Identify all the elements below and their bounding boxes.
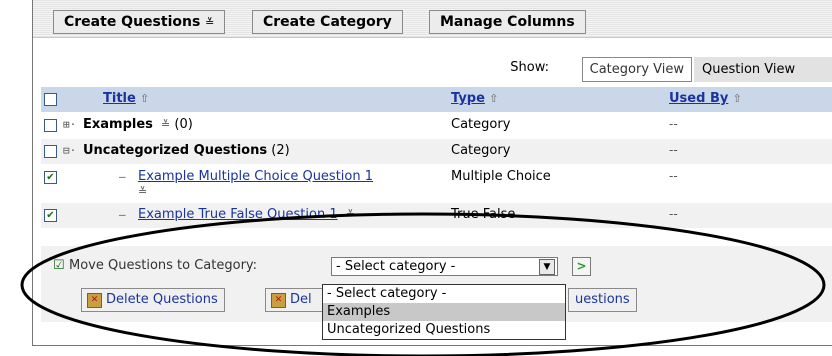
- question-title: Example Multiple Choice Question 1 ≚: [138, 169, 373, 199]
- questions-table: Title ⇧ Type ⇧ Used By ⇧ ⊞· Examples ≚ (…: [41, 87, 832, 229]
- row-checkbox[interactable]: [44, 145, 57, 158]
- sort-up-icon: ⇧: [732, 92, 742, 105]
- delete-button-truncated[interactable]: ✕ Del: [265, 288, 323, 312]
- delete-questions-label: Delete Questions: [106, 292, 218, 307]
- category-title: Examples ≚ (0): [83, 117, 193, 132]
- toolbar: Create Questions ≚ Create Category Manag…: [33, 0, 832, 38]
- expand-icon[interactable]: ⊞·: [63, 118, 76, 131]
- menu-arrow-icon[interactable]: ≚: [346, 208, 355, 221]
- dropdown-arrow-icon[interactable]: ▼: [539, 259, 555, 275]
- tree-branch-icon: —: [119, 170, 126, 183]
- delete-icon: ✕: [271, 293, 286, 308]
- dropdown-option-selected[interactable]: Examples: [323, 303, 565, 321]
- table-row: ⊟· Uncategorized Questions (2) Category …: [41, 139, 832, 165]
- category-view-button[interactable]: Category View: [581, 57, 692, 82]
- create-questions-label: Create Questions: [64, 14, 201, 30]
- type-header-label[interactable]: Type: [451, 91, 485, 106]
- menu-arrow-icon[interactable]: ≚: [205, 16, 214, 29]
- questions-truncated-label: uestions: [575, 292, 630, 307]
- create-category-button[interactable]: Create Category: [252, 10, 403, 34]
- collapse-icon[interactable]: ⊟·: [63, 144, 76, 157]
- delete-truncated-label: Del: [290, 292, 312, 307]
- question-view-button[interactable]: Question View: [694, 57, 832, 82]
- table-header: Title ⇧ Type ⇧ Used By ⇧: [41, 87, 832, 113]
- move-label: Move Questions to Category:: [69, 258, 258, 273]
- category-select[interactable]: - Select category - ▼: [331, 257, 558, 276]
- category-select-value: - Select category -: [336, 259, 456, 274]
- question-link[interactable]: Example Multiple Choice Question 1: [138, 169, 373, 184]
- table-row: ✔ — Example Multiple Choice Question 1 ≚…: [41, 165, 832, 203]
- question-title: Example True False Question 1 ≚: [138, 207, 355, 222]
- tree-branch-icon: —: [119, 208, 126, 221]
- dropdown-option[interactable]: - Select category -: [323, 285, 565, 303]
- delete-icon: ✕: [87, 293, 102, 308]
- table-row: ✔ — Example True False Question 1 ≚ True…: [41, 203, 832, 229]
- type-column-header[interactable]: Type ⇧: [451, 91, 498, 106]
- manage-columns-button[interactable]: Manage Columns: [429, 10, 586, 34]
- row-type: Multiple Choice: [451, 169, 551, 184]
- row-type: True False: [451, 207, 516, 222]
- table-row: ⊞· Examples ≚ (0) Category --: [41, 113, 832, 139]
- questions-button-truncated[interactable]: uestions: [568, 288, 637, 312]
- sort-up-icon: ⇧: [489, 92, 499, 105]
- title-header-label[interactable]: Title: [103, 91, 136, 106]
- row-checkbox-checked[interactable]: ✔: [44, 209, 57, 222]
- select-all-checkbox[interactable]: [44, 93, 57, 106]
- menu-arrow-icon[interactable]: ≚: [138, 185, 147, 198]
- create-questions-button[interactable]: Create Questions ≚: [53, 10, 226, 34]
- row-used-by: --: [669, 117, 678, 131]
- row-type: Category: [451, 143, 511, 158]
- go-arrow-icon[interactable]: >: [572, 257, 591, 276]
- used-by-column-header[interactable]: Used By ⇧: [669, 91, 742, 106]
- category-title: Uncategorized Questions (2): [83, 143, 290, 158]
- menu-arrow-icon[interactable]: ≚: [161, 118, 170, 131]
- used-by-header-label[interactable]: Used By: [669, 91, 728, 106]
- sort-up-icon: ⇧: [139, 92, 150, 105]
- row-used-by: --: [669, 143, 678, 157]
- dropdown-option[interactable]: Uncategorized Questions: [323, 321, 565, 339]
- show-label: Show:: [510, 60, 549, 75]
- category-dropdown-list[interactable]: - Select category - Examples Uncategoriz…: [322, 284, 566, 340]
- row-type: Category: [451, 117, 511, 132]
- title-column-header[interactable]: Title ⇧: [103, 91, 149, 106]
- row-checkbox[interactable]: [44, 119, 57, 132]
- question-link[interactable]: Example True False Question 1: [138, 207, 338, 222]
- view-switcher: Show: Category View Question View: [33, 56, 832, 82]
- category-name: Uncategorized Questions: [83, 143, 268, 158]
- category-count: (0): [174, 117, 193, 132]
- row-used-by: --: [669, 207, 678, 221]
- row-checkbox-checked[interactable]: ✔: [44, 171, 57, 184]
- category-name: Examples: [83, 117, 153, 132]
- category-count: (2): [271, 143, 290, 158]
- delete-questions-button[interactable]: ✕ Delete Questions: [81, 288, 225, 312]
- row-used-by: --: [669, 169, 678, 183]
- move-checkbox-icon: ☑: [53, 258, 65, 273]
